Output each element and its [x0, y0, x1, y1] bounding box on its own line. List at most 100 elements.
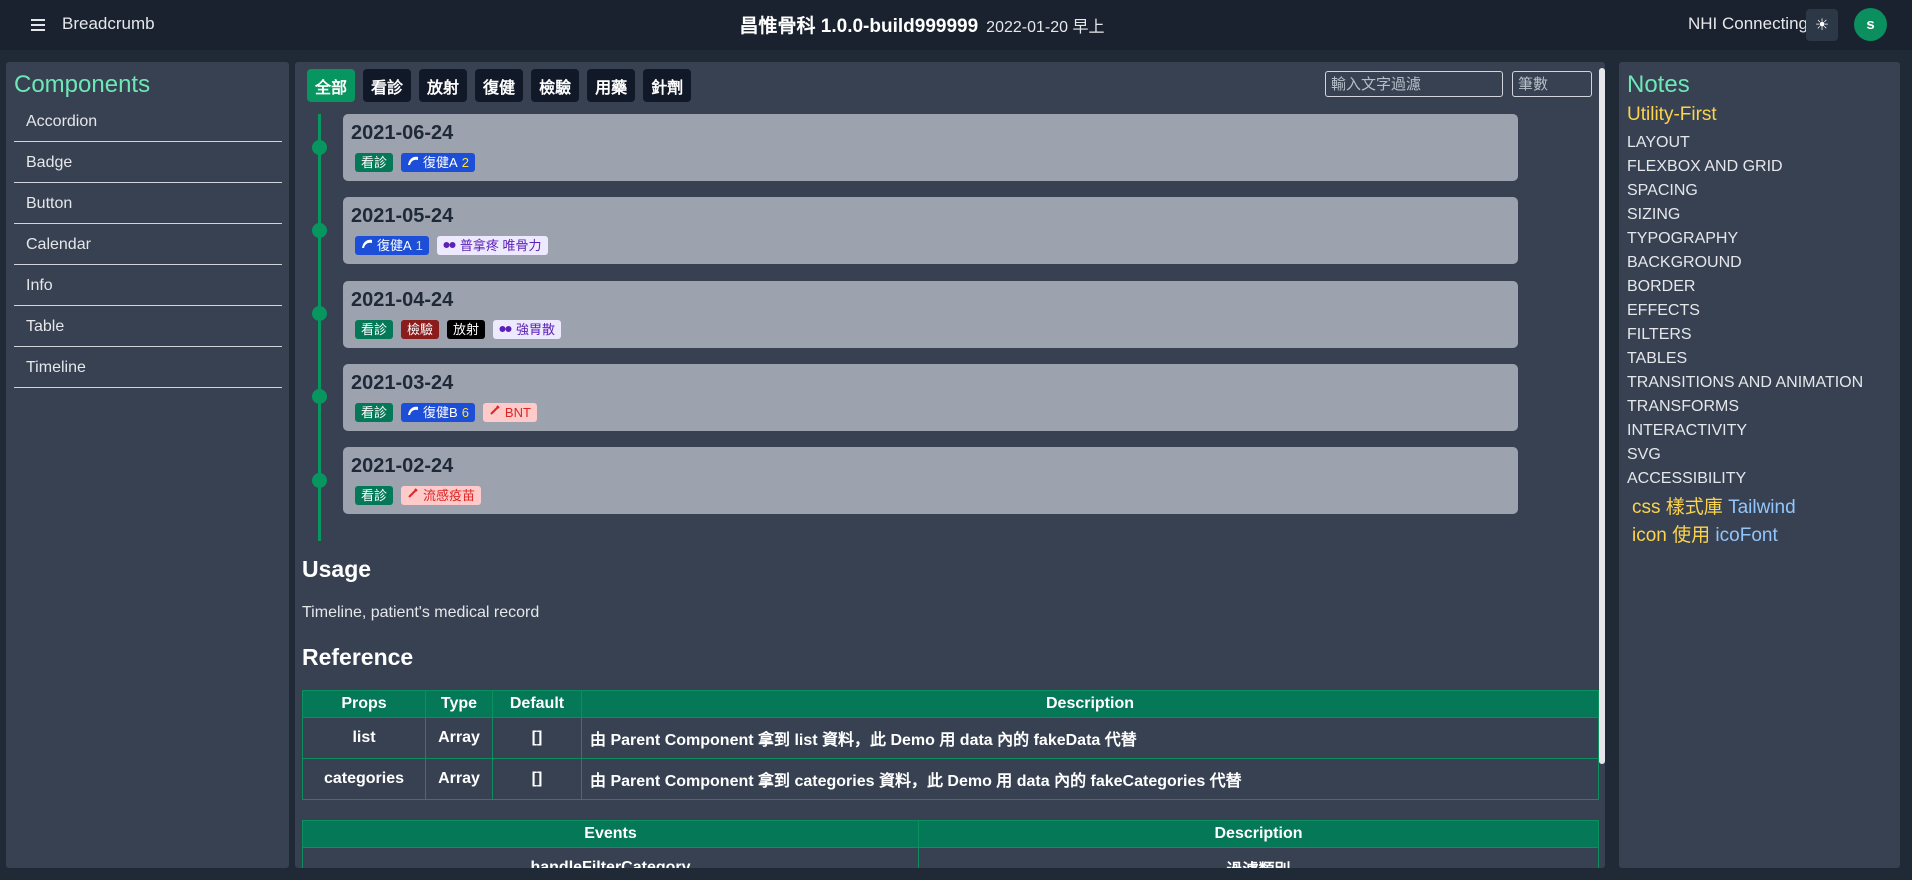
timeline-dot [312, 223, 327, 238]
rehab-icon [407, 153, 419, 172]
notes-item[interactable]: SPACING [1627, 179, 1863, 203]
notes-item[interactable]: TYPOGRAPHY [1627, 227, 1863, 251]
css-library-line: css 樣式庫 Tailwind [1632, 492, 1796, 519]
rehab-icon [361, 236, 373, 255]
medication-badge: 強胃散 [493, 320, 562, 339]
timeline-card: 2021-06-24 看診 復健A 2 [343, 114, 1518, 181]
timeline-dot [312, 140, 327, 155]
sun-icon: ☀ [1814, 17, 1830, 34]
text-filter-input[interactable] [1325, 71, 1503, 97]
usage-text: Timeline, patient's medical record [302, 604, 540, 621]
prop-description: 由 Parent Component 拿到 list 資料，此 Demo 用 d… [581, 717, 1599, 759]
notes-subtitle: Utility-First [1627, 104, 1717, 125]
main-content: 全部 看診 放射 復健 檢驗 用藥 針劑 2021-06-24 看診 復健A 2… [295, 62, 1605, 868]
prop-name: categories [302, 758, 426, 800]
table-row: list Array [] 由 Parent Component 拿到 list… [302, 717, 1599, 759]
event-name: handleFilterCategory [302, 847, 919, 868]
notes-item[interactable]: BORDER [1627, 275, 1863, 299]
sidebar-item-info[interactable]: Info [14, 265, 282, 306]
tailwind-link[interactable]: Tailwind [1728, 497, 1796, 518]
column-header: Type [425, 690, 493, 718]
nhi-status: NHI Connecting [1687, 14, 1808, 33]
app-title: 昌惟骨科 1.0.0-build999999 [739, 16, 979, 37]
filter-injection-button[interactable]: 針劑 [643, 69, 692, 102]
sidebar-item-badge[interactable]: Badge [14, 142, 282, 183]
timeline-dot [312, 389, 327, 404]
reference-heading: Reference [302, 644, 414, 670]
timeline-card: 2021-02-24 看診 流感疫苗 [343, 447, 1518, 514]
avatar[interactable]: s [1854, 8, 1887, 41]
timeline-date: 2021-04-24 [351, 289, 454, 311]
filter-all-button[interactable]: 全部 [307, 69, 356, 102]
app-datetime: 2022-01-20 早上 [986, 19, 1105, 36]
table-row: categories Array [] 由 Parent Component 拿… [302, 758, 1599, 800]
timeline-date: 2021-05-24 [351, 205, 454, 227]
xray-badge: 放射 [447, 320, 486, 339]
notes-item[interactable]: FLEXBOX AND GRID [1627, 155, 1863, 179]
rehab-count: 6 [461, 405, 469, 420]
rehab-name: 復健A [377, 238, 412, 253]
rehab-name: 復健B [423, 405, 458, 420]
column-header: Events [302, 820, 919, 848]
table-header-row: Props Type Default Description [302, 690, 1599, 718]
prop-default: [] [492, 717, 582, 759]
notes-item[interactable]: SVG [1627, 443, 1863, 467]
notes-item[interactable]: BACKGROUND [1627, 251, 1863, 275]
prop-type: Array [425, 758, 493, 800]
components-list: Accordion Badge Button Calendar Info Tab… [14, 101, 282, 388]
category-filter-bar: 全部 看診 放射 復健 檢驗 用藥 針劑 [307, 69, 692, 102]
notes-item[interactable]: TABLES [1627, 347, 1863, 371]
main-scrollbar[interactable] [1599, 68, 1605, 764]
count-filter-input[interactable] [1512, 71, 1592, 97]
pill-icon [443, 236, 456, 255]
sidebar-item-table[interactable]: Table [14, 306, 282, 347]
theme-toggle-button[interactable]: ☀ [1806, 9, 1838, 41]
medication-name: 普拿疼 唯骨力 [459, 238, 542, 253]
notes-item[interactable]: EFFECTS [1627, 299, 1863, 323]
filter-xray-button[interactable]: 放射 [419, 69, 468, 102]
timeline-date: 2021-02-24 [351, 455, 454, 477]
rehab-count: 2 [461, 155, 469, 170]
sidebar-item-calendar[interactable]: Calendar [14, 224, 282, 265]
visit-badge: 看診 [355, 403, 394, 422]
notes-item[interactable]: FILTERS [1627, 323, 1863, 347]
notes-item[interactable]: ACCESSIBILITY [1627, 467, 1863, 491]
notes-item[interactable]: SIZING [1627, 203, 1863, 227]
props-table: Props Type Default Description list Arra… [302, 690, 1599, 800]
column-header: Default [492, 690, 582, 718]
notes-item[interactable]: LAYOUT [1627, 131, 1863, 155]
injection-badge: 流感疫苗 [401, 486, 482, 505]
filter-lab-button[interactable]: 檢驗 [531, 69, 580, 102]
sidebar-item-button[interactable]: Button [14, 183, 282, 224]
notes-item[interactable]: TRANSFORMS [1627, 395, 1863, 419]
filter-rehab-button[interactable]: 復健 [475, 69, 524, 102]
rehab-icon [407, 403, 419, 422]
medication-badge: 普拿疼 唯骨力 [436, 236, 548, 255]
column-header: Props [302, 690, 426, 718]
rehab-badge: 復健B 6 [401, 403, 475, 422]
sidebar-item-timeline[interactable]: Timeline [14, 347, 282, 388]
injection-name: BNT [504, 405, 531, 420]
injection-name: 流感疫苗 [423, 488, 476, 503]
notes-item[interactable]: INTERACTIVITY [1627, 419, 1863, 443]
notes-list: LAYOUT FLEXBOX AND GRID SPACING SIZING T… [1627, 131, 1863, 491]
pill-icon [499, 320, 512, 339]
table-row: handleFilterCategory 過濾類別 [302, 847, 1599, 868]
sidebar-item-accordion[interactable]: Accordion [14, 101, 282, 142]
notes-item[interactable]: TRANSITIONS AND ANIMATION [1627, 371, 1863, 395]
filter-visit-button[interactable]: 看診 [363, 69, 412, 102]
css-library-label: css 樣式庫 [1632, 497, 1723, 518]
prop-default: [] [492, 758, 582, 800]
prop-type: Array [425, 717, 493, 759]
timeline-badges: 看診 檢驗 放射 強胃散 [355, 320, 562, 339]
timeline-date: 2021-03-24 [351, 372, 454, 394]
filter-medication-button[interactable]: 用藥 [587, 69, 636, 102]
components-title: Components [14, 71, 151, 98]
icon-library-label: icon 使用 [1632, 525, 1711, 546]
icofont-link[interactable]: icoFont [1715, 525, 1777, 546]
components-sidebar: Components Accordion Badge Button Calend… [6, 62, 289, 868]
timeline-dot [312, 473, 327, 488]
column-header: Description [581, 690, 1599, 718]
timeline-card: 2021-03-24 看診 復健B 6 BNT [343, 364, 1518, 431]
icon-library-line: icon 使用 icoFont [1632, 520, 1778, 547]
